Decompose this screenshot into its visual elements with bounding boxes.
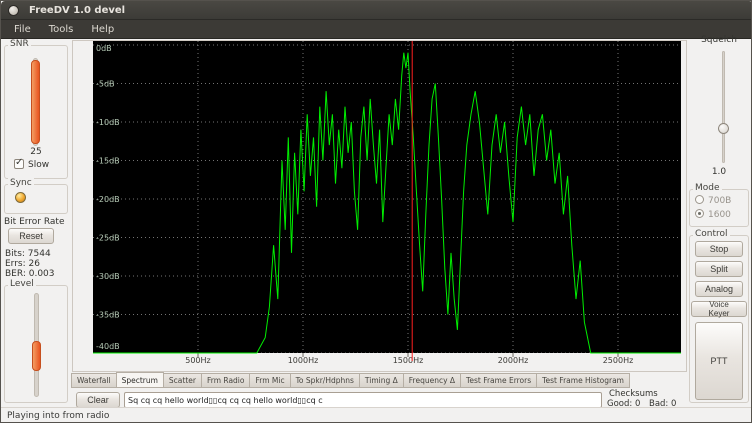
clear-button[interactable]: Clear — [76, 392, 120, 408]
spectrum-plot[interactable]: 0dB -5dB -10dB -15dB -20dB -25dB -30dB -35dB -40… — [73, 41, 686, 371]
x-axis-tick-label: 2000Hz — [498, 356, 529, 365]
plot-background — [93, 41, 681, 353]
tab-frequency-delta[interactable]: Frequency Δ — [403, 373, 461, 388]
sync-groupbox — [4, 184, 68, 214]
tx-text-input[interactable] — [124, 392, 602, 408]
spectrum-plot-panel: 0dB -5dB -10dB -15dB -20dB -25dB -30dB -35dB -40… — [72, 40, 687, 372]
tab-spectrum[interactable]: Spectrum — [116, 372, 164, 388]
menu-help[interactable]: Help — [82, 20, 123, 39]
squelch-slider-track[interactable] — [722, 51, 725, 163]
snr-gauge-bar — [31, 60, 40, 144]
ber-section-label: Bit Error Rate — [4, 217, 65, 227]
tab-timing-delta[interactable]: Timing Δ — [359, 373, 404, 388]
split-button[interactable]: Split — [695, 261, 743, 277]
ber-value: BER: 0.003 — [5, 269, 55, 279]
mode-radio-700b[interactable] — [695, 195, 704, 204]
x-axis-tick-label: 500Hz — [185, 356, 210, 365]
sync-label: Sync — [8, 178, 34, 188]
mode-radio-1600-label: 1600 — [708, 210, 731, 220]
tab-scatter[interactable]: Scatter — [163, 373, 202, 388]
x-axis-tick-label: 1000Hz — [288, 356, 319, 365]
tab-waterfall[interactable]: Waterfall — [71, 373, 117, 388]
menubar: File Tools Help — [1, 20, 752, 39]
menu-file[interactable]: File — [5, 20, 40, 39]
plot-tabs: Waterfall Spectrum Scatter Frm Radio Frm… — [72, 372, 630, 388]
control-label: Control — [693, 229, 730, 239]
reset-button[interactable]: Reset — [8, 228, 54, 244]
window-title: FreeDV 1.0 devel — [29, 1, 125, 20]
titlebar: FreeDV 1.0 devel — [1, 1, 752, 20]
level-slider-handle[interactable] — [32, 341, 41, 371]
mode-radio-1600[interactable] — [695, 209, 704, 218]
tab-test-frame-errors[interactable]: Test Frame Errors — [460, 373, 537, 388]
tab-frm-mic[interactable]: Frm Mic — [249, 373, 290, 388]
window-close-button[interactable] — [8, 5, 19, 16]
slow-checkbox[interactable]: ✓ — [14, 159, 24, 169]
slow-checkbox-label: Slow — [28, 160, 49, 170]
mode-radio-700b-label: 700B — [708, 196, 731, 206]
y-axis-tick-label: -10dB — [96, 118, 120, 127]
errs-count: Errs: 26 — [5, 259, 40, 269]
checksums-label: Checksums — [609, 389, 658, 399]
check-icon: ✓ — [15, 157, 23, 168]
y-axis-tick-label: -35dB — [96, 311, 120, 320]
snr-value: 25 — [1, 147, 71, 157]
status-bar: Playing into from radio — [1, 407, 752, 423]
tab-frm-radio[interactable]: Frm Radio — [201, 373, 251, 388]
snr-label: SNR — [8, 39, 31, 49]
squelch-slider-handle[interactable] — [718, 123, 729, 134]
y-axis-tick-label: -15dB — [96, 157, 120, 166]
stop-button[interactable]: Stop — [695, 241, 743, 257]
analog-button[interactable]: Analog — [695, 281, 743, 297]
y-axis-tick-label: -20dB — [96, 195, 120, 204]
y-axis-tick-label: -40dB — [96, 342, 120, 351]
menu-tools[interactable]: Tools — [40, 20, 83, 39]
x-axis-tick-label: 1500Hz — [393, 356, 424, 365]
x-axis-tick-label: 2500Hz — [603, 356, 634, 365]
tab-test-frame-histogram[interactable]: Test Frame Histogram — [536, 373, 630, 388]
y-axis-tick-label: -30dB — [96, 272, 120, 281]
sync-led-indicator — [15, 192, 26, 203]
ptt-button[interactable]: PTT — [695, 322, 743, 400]
y-axis-tick-label: -5dB — [96, 80, 115, 89]
voice-keyer-button[interactable]: Voice Keyer — [691, 301, 747, 317]
y-axis-tick-label: -25dB — [96, 234, 120, 243]
mode-label: Mode — [693, 183, 722, 193]
freedv-window: FreeDV 1.0 devel File Tools Help SNR 25 … — [0, 0, 752, 423]
bits-count: Bits: 7544 — [5, 249, 51, 259]
level-label: Level — [8, 279, 36, 289]
tab-to-spkr-hdphns[interactable]: To Spkr/Hdphns — [290, 373, 360, 388]
squelch-label: Squelch — [687, 35, 751, 45]
y-axis-tick-label: 0dB — [96, 44, 112, 53]
squelch-value: 1.0 — [687, 167, 751, 177]
